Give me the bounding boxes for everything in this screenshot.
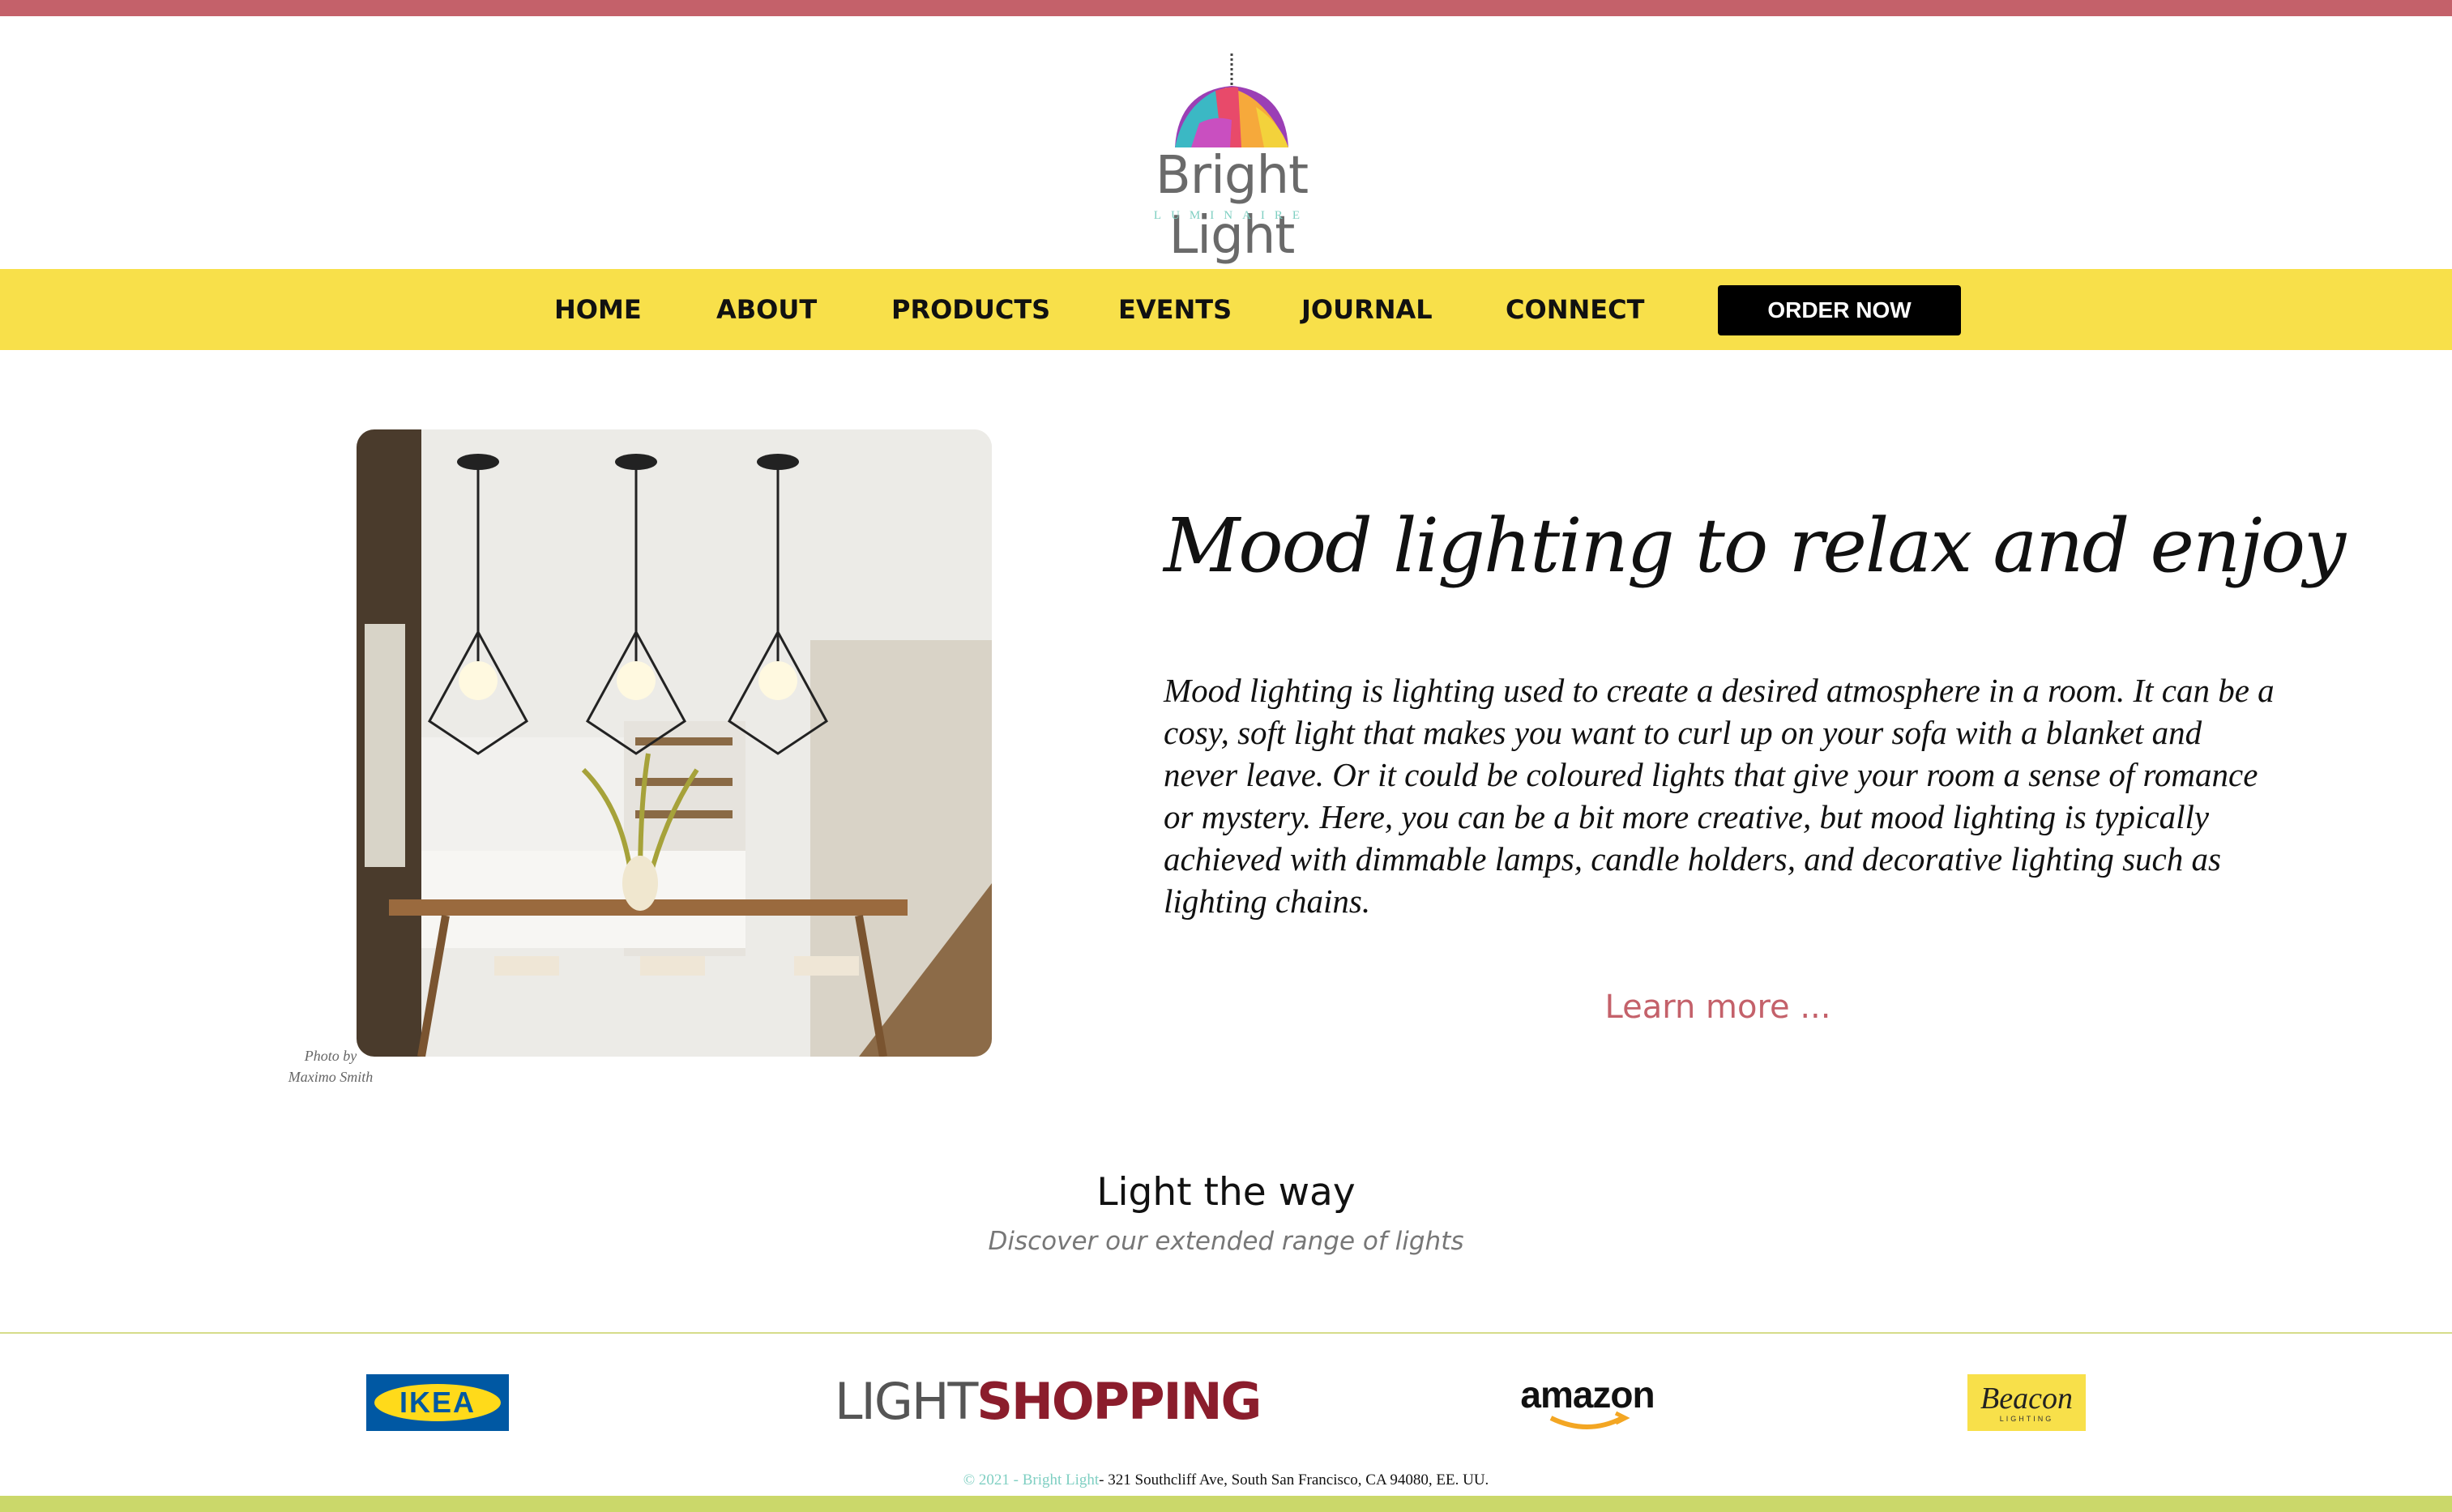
ikea-logo-text: IKEA xyxy=(374,1384,501,1421)
hero-photo xyxy=(357,429,992,1057)
nav-connect[interactable]: CONNECT xyxy=(1506,269,1644,350)
nav-journal[interactable]: JOURNAL xyxy=(1301,269,1433,350)
brand-logo[interactable]: Bright Light LUMINAIRE xyxy=(1110,50,1353,266)
footer-text: © 2021 - Bright Light- 321 Southcliff Av… xyxy=(0,1471,2452,1489)
beacon-logo-subtext: LIGHTING xyxy=(1999,1415,2054,1423)
brand-name: Bright Light xyxy=(1155,146,1309,266)
learn-more-link[interactable]: Learn more ... xyxy=(1523,989,1912,1026)
photo-credit-line-1: Photo by xyxy=(304,1048,357,1064)
top-accent-bar xyxy=(0,0,2452,16)
main-nav: HOME ABOUT PRODUCTS EVENTS JOURNAL CONNE… xyxy=(0,269,2452,350)
bottom-accent-bar xyxy=(0,1496,2452,1512)
nav-products[interactable]: PRODUCTS xyxy=(891,269,1050,350)
lamp-logo-icon xyxy=(1175,53,1288,147)
nav-about[interactable]: ABOUT xyxy=(716,269,817,350)
ikea-logo[interactable]: IKEA xyxy=(366,1374,509,1431)
brand-tagline: LUMINAIRE xyxy=(1153,209,1310,222)
footer-address: - 321 Southcliff Ave, South San Francisc… xyxy=(1099,1471,1489,1489)
footer-copyright: © 2021 - Bright Light xyxy=(963,1471,1100,1489)
order-now-button[interactable]: ORDER NOW xyxy=(1718,285,1961,335)
amazon-smile-icon xyxy=(1549,1411,1630,1429)
amazon-logo[interactable]: amazon xyxy=(1519,1373,1656,1437)
beacon-lighting-logo[interactable]: Beacon LIGHTING xyxy=(1967,1374,2086,1431)
photo-credit-line-2: Maximo Smith xyxy=(288,1069,374,1085)
lightshopping-shopping-text: SHOPPING xyxy=(976,1372,1262,1431)
partners-divider xyxy=(0,1332,2452,1334)
hero-heading: Mood lighting to relax and enjoy xyxy=(1164,502,2346,589)
hero-body-text: Mood lighting is lighting used to create… xyxy=(1164,672,2275,920)
lightshopping-logo[interactable]: LIGHTSHOPPING xyxy=(835,1369,1262,1434)
lightshopping-light-text: LIGHT xyxy=(835,1372,978,1431)
beacon-logo-text: Beacon xyxy=(1980,1382,2073,1416)
nav-home[interactable]: HOME xyxy=(554,269,642,350)
kitchen-pendant-lights-image xyxy=(357,429,992,1057)
section-subtitle: Discover our extended range of lights xyxy=(988,1227,1464,1256)
photo-credit: Photo by Maximo Smith xyxy=(259,1045,402,1087)
nav-events[interactable]: EVENTS xyxy=(1118,269,1232,350)
section-title: Light the way xyxy=(1096,1170,1356,1215)
